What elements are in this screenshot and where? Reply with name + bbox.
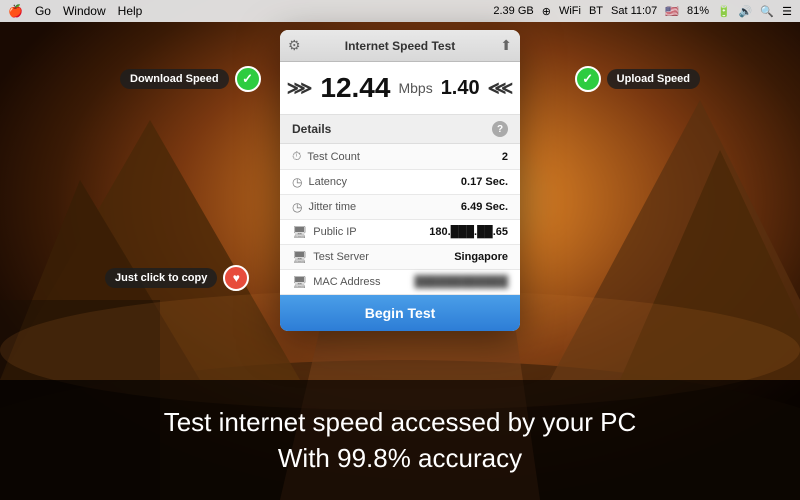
upload-arrows-icon: ⋘ (488, 78, 514, 99)
battery-icon: 🔋 (717, 5, 731, 18)
menubar-right: 2.39 GB ⊕ WiFi BT Sat 11:07 🇺🇸 81% 🔋 🔊 🔍… (493, 5, 792, 18)
clock: Sat 11:07 (611, 5, 657, 17)
download-speed-value: 12.44 (320, 72, 390, 104)
gear-icon[interactable]: ⚙ (288, 37, 301, 54)
public-ip-value: 180.███.██.65 (429, 226, 508, 238)
row-latency: ◷ Latency 0.17 Sec. (280, 170, 520, 195)
menubar: 🍎 Go Window Help 2.39 GB ⊕ WiFi BT Sat 1… (0, 0, 800, 22)
menu-help[interactable]: Help (118, 4, 143, 18)
latency-text: Latency (308, 176, 347, 188)
test-count-text: Test Count (307, 151, 360, 163)
download-number: 12.44 (320, 72, 390, 104)
search-icon[interactable]: 🔍 (760, 5, 774, 18)
speed-unit-label: Mbps (398, 80, 432, 96)
server-icon: 🖥 (292, 250, 307, 264)
latency-value: 0.17 Sec. (461, 176, 508, 188)
server-value: Singapore (454, 251, 508, 263)
flag-icon: 🇺🇸 (665, 5, 679, 18)
latency-icon: ◷ (292, 175, 302, 189)
wifi-icon: WiFi (559, 5, 581, 17)
begin-test-button[interactable]: Begin Test (280, 295, 520, 331)
help-button[interactable]: ? (492, 121, 508, 137)
details-header: Details ? (280, 115, 520, 144)
mac-icon: 🖥 (292, 275, 307, 289)
public-ip-label: 🖥 Public IP (292, 225, 357, 239)
copy-badge-label: Just click to copy (105, 268, 217, 288)
download-badge-label: Download Speed (120, 69, 229, 89)
ip-icon: 🖥 (292, 225, 307, 239)
row-public-ip: 🖥 Public IP 180.███.██.65 (280, 220, 520, 245)
row-jitter: ◷ Jitter time 6.49 Sec. (280, 195, 520, 220)
public-ip-text: Public IP (313, 226, 356, 238)
bottom-line2: With 99.8% accuracy (278, 440, 522, 476)
bottom-text-overlay: Test internet speed accessed by your PC … (0, 380, 800, 500)
title-bar: ⚙ Internet Speed Test ⬆ (280, 30, 520, 62)
download-badge: Download Speed ✓ (120, 66, 261, 92)
share-icon[interactable]: ⬆ (500, 37, 512, 54)
mac-text: MAC Address (313, 276, 380, 288)
window-title: Internet Speed Test (345, 39, 455, 53)
bottom-line1: Test internet speed accessed by your PC (164, 404, 637, 440)
speed-test-widget: ⚙ Internet Speed Test ⬆ ⋙ 12.44 Mbps 1.4… (280, 30, 520, 331)
upload-number: 1.40 (441, 77, 480, 100)
menu-icon[interactable]: ☰ (782, 5, 792, 18)
storage-indicator: 2.39 GB (493, 5, 533, 17)
bluetooth-icon: BT (589, 5, 603, 17)
heart-icon: ♥ (223, 265, 249, 291)
desktop: 🍎 Go Window Help 2.39 GB ⊕ WiFi BT Sat 1… (0, 0, 800, 500)
upload-check-icon: ✓ (575, 66, 601, 92)
jitter-label: ◷ Jitter time (292, 200, 356, 214)
speed-display: ⋙ 12.44 Mbps 1.40 ⋘ (280, 62, 520, 115)
upload-badge-label: Upload Speed (607, 69, 700, 89)
network-icon: ⊕ (542, 5, 551, 18)
mac-value: ████████████ (414, 276, 508, 288)
copy-badge[interactable]: Just click to copy ♥ (105, 265, 249, 291)
menubar-left: 🍎 Go Window Help (8, 4, 142, 18)
download-check-icon: ✓ (235, 66, 261, 92)
jitter-icon: ◷ (292, 200, 302, 214)
row-test-count: ⏱ Test Count 2 (280, 144, 520, 170)
test-count-label: ⏱ Test Count (292, 149, 360, 164)
details-title-label: Details (292, 122, 331, 136)
upload-badge: ✓ Upload Speed (575, 66, 700, 92)
test-count-value: 2 (502, 151, 508, 163)
timer-icon: ⏱ (292, 149, 301, 164)
menu-window[interactable]: Window (63, 4, 106, 18)
jitter-text: Jitter time (308, 201, 356, 213)
download-arrows-icon: ⋙ (287, 78, 313, 99)
row-test-server: 🖥 Test Server Singapore (280, 245, 520, 270)
server-label: 🖥 Test Server (292, 250, 369, 264)
apple-menu[interactable]: 🍎 (8, 4, 23, 18)
latency-label: ◷ Latency (292, 175, 347, 189)
row-mac-address: 🖥 MAC Address ████████████ (280, 270, 520, 295)
mac-label: 🖥 MAC Address (292, 275, 380, 289)
menu-go[interactable]: Go (35, 4, 51, 18)
volume-icon: 🔊 (739, 5, 753, 18)
battery-percent: 81% (687, 5, 709, 17)
jitter-value: 6.49 Sec. (461, 201, 508, 213)
server-text: Test Server (313, 251, 369, 263)
